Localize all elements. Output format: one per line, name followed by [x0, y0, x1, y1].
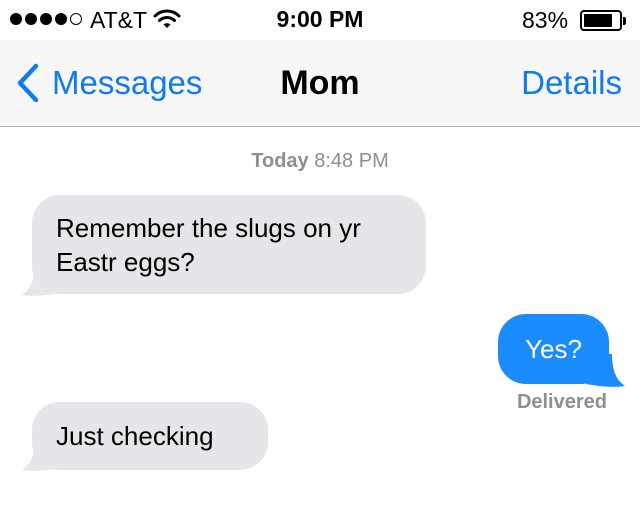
timestamp-time: 8:48 PM: [314, 150, 389, 172]
status-bar: AT&T 9:00 PM 83%: [0, 0, 640, 40]
received-message-bubble[interactable]: Remember the slugs on yr Eastr eggs?: [32, 195, 426, 294]
battery-body: [580, 10, 622, 31]
navigation-bar: Messages Mom Details: [0, 40, 640, 127]
delivery-status: Delivered: [516, 391, 607, 413]
battery-tip: [623, 17, 626, 25]
timestamp-day: Today: [251, 150, 309, 172]
message-row: Remember the slugs on yr Eastr eggs?: [21, 195, 426, 296]
conversation-timestamp: Today 8:48 PM: [0, 150, 640, 173]
battery-percentage: 83%: [522, 7, 569, 33]
messages-screen: AT&T 9:00 PM 83% Messages Mom Details To…: [0, 0, 640, 507]
details-button[interactable]: Details: [521, 64, 622, 102]
message-row: Yes?: [498, 314, 625, 387]
message-row: Just checking: [21, 402, 268, 471]
received-message-bubble[interactable]: Just checking: [32, 402, 268, 470]
battery-icon: [580, 10, 628, 31]
battery-fill: [584, 14, 613, 27]
sent-message-bubble[interactable]: Yes?: [498, 314, 609, 384]
